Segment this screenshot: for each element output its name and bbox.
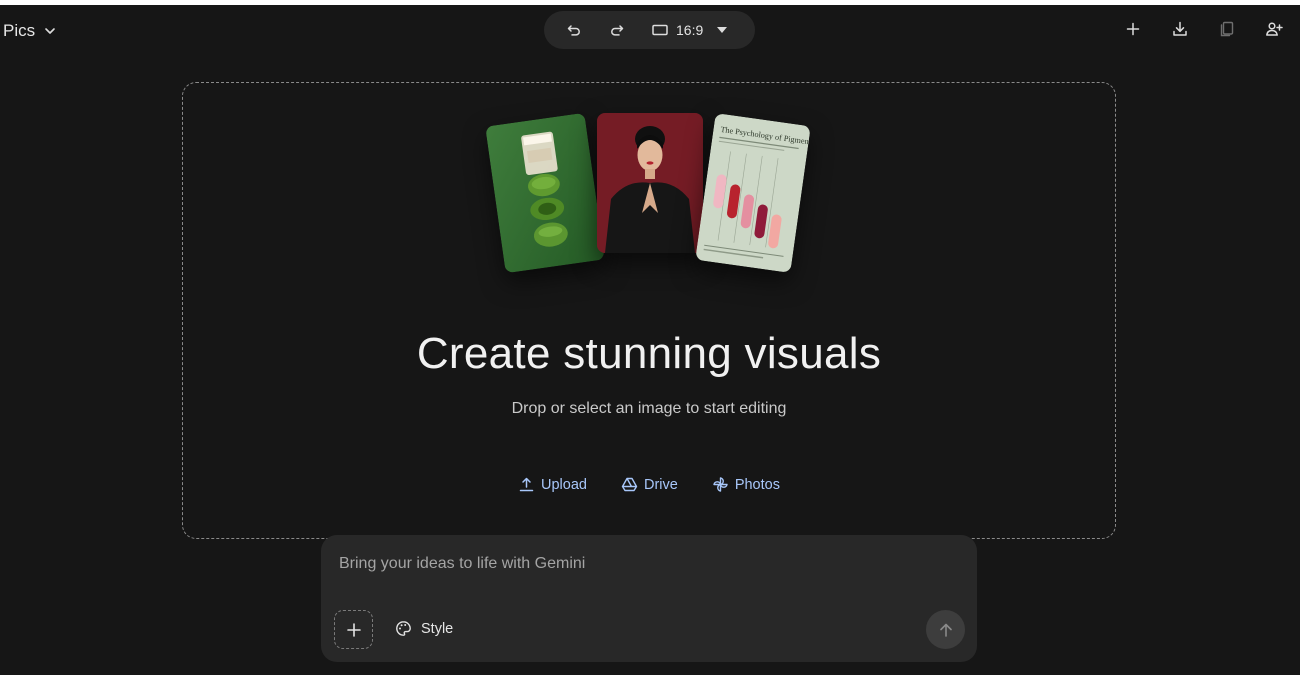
copy-icon bbox=[1220, 21, 1234, 37]
share-person-icon bbox=[1266, 22, 1283, 36]
upload-button[interactable]: Upload bbox=[518, 476, 587, 493]
photos-label: Photos bbox=[734, 476, 780, 493]
undo-button[interactable] bbox=[559, 15, 589, 45]
image-dropzone[interactable]: The Psychology of Pigment Create stunnin… bbox=[182, 82, 1116, 539]
image-source-options: Upload Drive Photos bbox=[183, 476, 1115, 493]
aspect-ratio-value: 16:9 bbox=[676, 22, 704, 38]
prompt-input[interactable] bbox=[337, 549, 911, 579]
palette-icon bbox=[396, 621, 411, 636]
send-button[interactable] bbox=[926, 610, 965, 649]
upload-label: Upload bbox=[541, 476, 587, 493]
header-actions bbox=[1123, 19, 1284, 39]
aspect-ratio-icon bbox=[652, 24, 668, 36]
aspect-ratio-dropdown[interactable]: 16:9 bbox=[652, 22, 728, 38]
photos-button[interactable]: Photos bbox=[712, 476, 780, 493]
drive-label: Drive bbox=[643, 476, 678, 493]
app-window: Pics 16:9 The Psychology of Pigment Crea… bbox=[0, 5, 1300, 675]
edit-toolbar: 16:9 bbox=[544, 11, 755, 49]
add-media-button[interactable] bbox=[334, 610, 373, 649]
prompt-composer: Style bbox=[321, 535, 977, 662]
undo-icon bbox=[567, 25, 580, 36]
style-label: Style bbox=[421, 620, 454, 637]
caret-down-icon bbox=[717, 27, 728, 33]
page-title: Create stunning visuals bbox=[416, 329, 882, 378]
add-icon bbox=[1126, 22, 1140, 36]
upload-icon bbox=[519, 477, 534, 492]
add-icon bbox=[346, 622, 361, 637]
share-button[interactable] bbox=[1264, 19, 1284, 39]
example-cards: The Psychology of Pigment bbox=[183, 83, 1115, 283]
download-button[interactable] bbox=[1170, 19, 1190, 39]
drive-icon bbox=[621, 477, 638, 492]
redo-icon bbox=[611, 25, 624, 36]
example-image-pigment-chart: The Psychology of Pigment bbox=[695, 113, 811, 273]
dropzone-subtitle: Drop or select an image to start editing bbox=[511, 400, 787, 417]
download-icon bbox=[1173, 21, 1187, 36]
example-image-candle bbox=[485, 112, 605, 274]
copy-button[interactable] bbox=[1217, 19, 1237, 39]
new-button[interactable] bbox=[1123, 19, 1143, 39]
arrow-up-icon bbox=[939, 623, 952, 637]
drive-button[interactable]: Drive bbox=[621, 476, 678, 493]
app-name: Pics bbox=[3, 21, 36, 40]
app-switcher[interactable]: Pics bbox=[3, 18, 57, 44]
style-button[interactable]: Style bbox=[395, 620, 453, 637]
redo-button[interactable] bbox=[602, 15, 632, 45]
example-image-portrait bbox=[597, 113, 703, 253]
photos-icon bbox=[713, 477, 728, 492]
chevron-down-icon bbox=[45, 28, 55, 34]
